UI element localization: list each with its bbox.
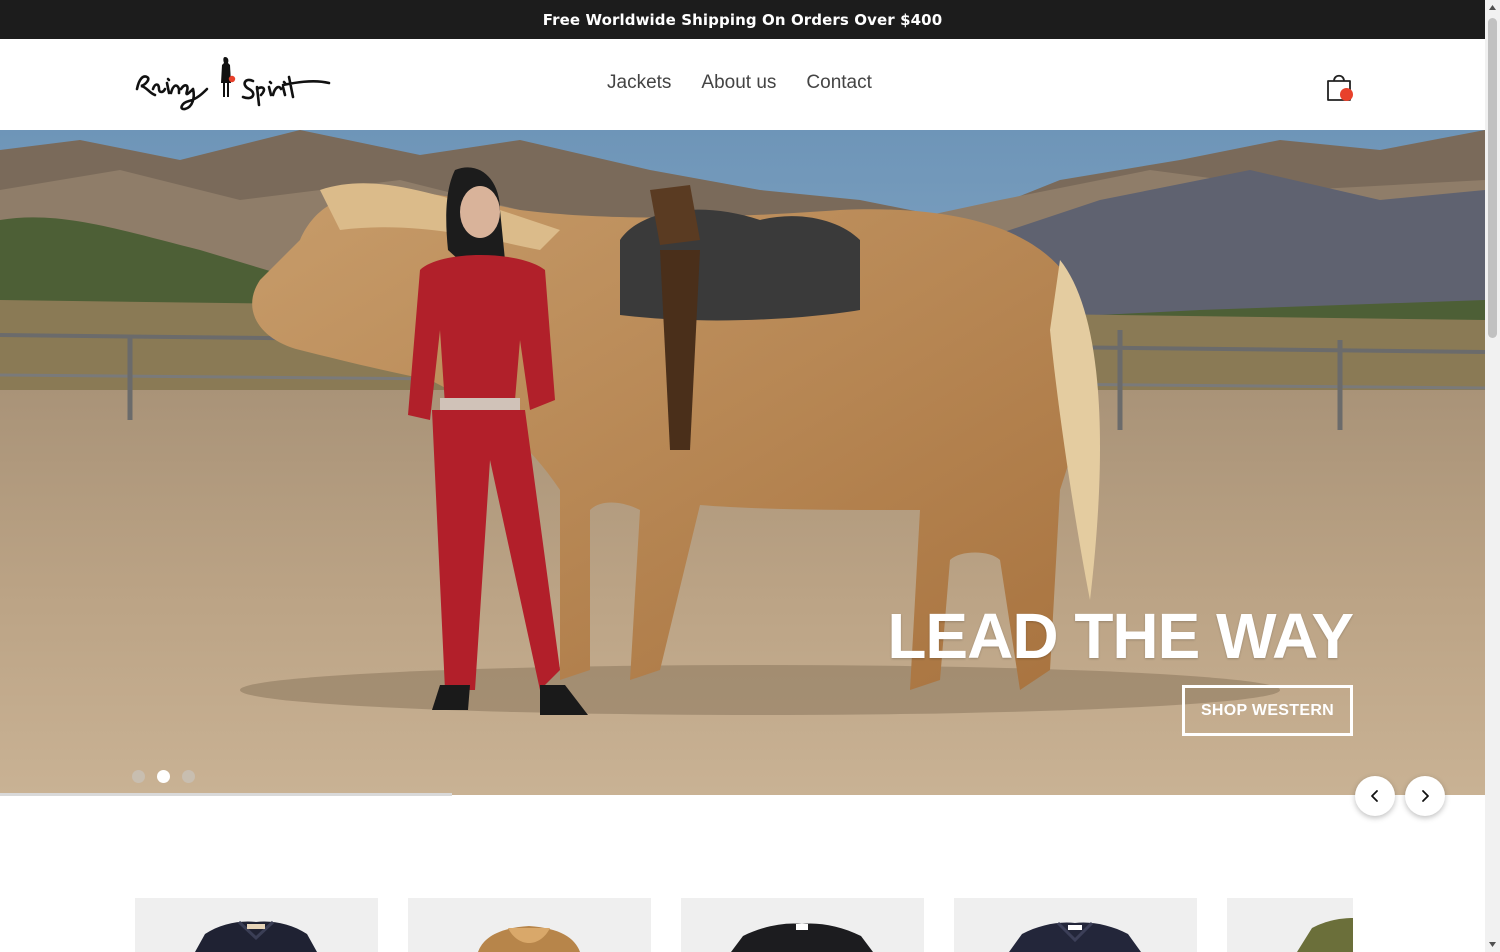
scrollbar-thumb[interactable] <box>1488 18 1497 338</box>
product-card[interactable] <box>408 898 651 952</box>
cart-badge <box>1340 88 1353 101</box>
product-carousel <box>135 898 1353 952</box>
slider-pagination <box>132 770 195 783</box>
brand-logo[interactable] <box>133 53 333 115</box>
product-card[interactable] <box>681 898 924 952</box>
slider-next-button[interactable] <box>1405 776 1445 816</box>
shop-western-button[interactable]: SHOP WESTERN <box>1182 685 1353 736</box>
slider-dot-1[interactable] <box>132 770 145 783</box>
product-card[interactable] <box>135 898 378 952</box>
chevron-right-icon <box>1422 790 1429 802</box>
product-card[interactable] <box>1227 898 1353 952</box>
nav-link-jackets[interactable]: Jackets <box>607 72 671 94</box>
brand-logo-graphic <box>135 57 331 111</box>
product-image-jacket <box>1297 918 1353 952</box>
hero-title: LEAD THE WAY <box>887 600 1354 672</box>
announcement-text: Free Worldwide Shipping On Orders Over $… <box>542 10 943 29</box>
main-nav: Jackets About us Contact <box>607 72 872 94</box>
scroll-down-icon <box>1489 942 1496 947</box>
slider-progress-bar <box>0 793 452 796</box>
scroll-up-icon <box>1489 5 1496 10</box>
slider-prev-button[interactable] <box>1355 776 1395 816</box>
cart-button[interactable] <box>1322 69 1356 103</box>
announcement-bar: Free Worldwide Shipping On Orders Over $… <box>0 0 1485 39</box>
product-image-shearling-jacket <box>478 926 580 952</box>
nav-link-about-us[interactable]: About us <box>701 72 776 94</box>
site-header: Jackets About us Contact <box>0 39 1485 130</box>
slider-dot-3[interactable] <box>182 770 195 783</box>
nav-link-contact[interactable]: Contact <box>806 72 871 94</box>
product-image-jacket <box>195 920 317 952</box>
slider-dot-2[interactable] <box>157 770 170 783</box>
chevron-left-icon <box>1371 790 1378 802</box>
product-image-jacket <box>731 923 873 952</box>
product-card[interactable] <box>954 898 1197 952</box>
product-image-jacket <box>1009 921 1141 952</box>
hero-slider: LEAD THE WAY SHOP WESTERN <box>0 130 1485 795</box>
